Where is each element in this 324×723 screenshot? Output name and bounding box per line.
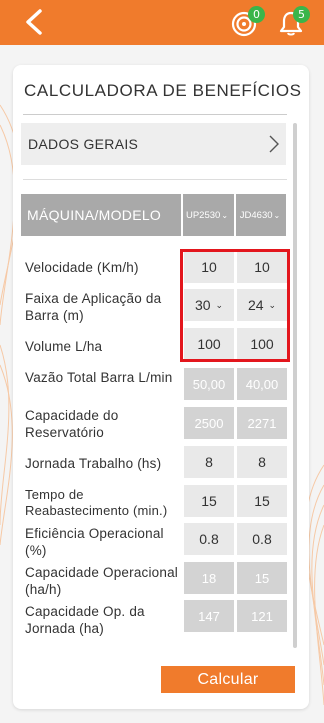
workday-capacity-value-2: 121	[237, 600, 287, 632]
highlight-box	[180, 249, 290, 362]
scrollbar[interactable]	[293, 123, 297, 648]
workday-capacity-value-1: 147	[184, 600, 234, 632]
general-data-row[interactable]: DADOS GERAIS	[21, 123, 286, 165]
op-capacity-value-1: 18	[184, 562, 234, 594]
machine-header-row: MÁQUINA/MODELO UP2530 ⌄ JD4630 ⌄	[21, 194, 286, 236]
volume-label: Volume L/ha	[25, 339, 103, 354]
op-capacity-label: Capacidade Operacional (ha/h)	[25, 565, 178, 597]
efficiency-input-2[interactable]: 0.8	[237, 523, 287, 555]
tank-capacity-value-1: 2500	[184, 407, 234, 439]
calculate-button[interactable]: Calcular	[161, 666, 295, 693]
refill-time-input-1[interactable]: 15	[184, 485, 234, 517]
op-capacity-value-2: 15	[237, 562, 287, 594]
calculator-card: CALCULADORA DE BENEFÍCIOS DADOS GERAIS M…	[13, 65, 309, 709]
chevron-down-icon: ⌄	[221, 210, 229, 220]
speed-label: Velocidade (Km/h)	[25, 260, 139, 275]
tank-capacity-value-2: 2271	[237, 407, 287, 439]
model-select-2[interactable]: JD4630 ⌄	[234, 194, 284, 236]
page-title: CALCULADORA DE BENEFÍCIOS	[24, 81, 302, 100]
refill-time-input-2[interactable]: 15	[237, 485, 287, 517]
model-2-label: JD4630	[239, 209, 273, 221]
workday-label: Jornada Trabalho (hs)	[25, 456, 162, 471]
chevron-down-icon: ⌄	[273, 210, 281, 220]
refill-time-label: Tempo de Reabastecimento (min.)	[25, 487, 168, 518]
flow-value-2: 40,00	[237, 368, 287, 400]
model-1-label: UP2530	[185, 209, 221, 221]
top-bar: 0 5	[0, 0, 324, 45]
boom-width-label: Faixa de Aplicação da Barra (m)	[25, 291, 162, 323]
flow-value-1: 50,00	[184, 368, 234, 400]
flow-label: Vazão Total Barra L/min	[25, 370, 173, 385]
chevron-right-icon	[269, 135, 279, 153]
general-data-label: DADOS GERAIS	[28, 136, 139, 152]
model-select-1[interactable]: UP2530 ⌄	[181, 194, 231, 236]
efficiency-input-1[interactable]: 0.8	[184, 523, 234, 555]
section-divider	[23, 179, 287, 180]
machine-header-label: MÁQUINA/MODELO	[27, 207, 162, 223]
target-badge: 0	[248, 6, 265, 23]
workday-capacity-label: Capacidade Op. da Jornada (ha)	[25, 604, 145, 636]
back-arrow-icon[interactable]	[22, 8, 48, 36]
notifications-badge: 5	[293, 6, 310, 23]
workday-input-2[interactable]: 8	[237, 446, 287, 478]
efficiency-label: Eficiência Operacional (%)	[25, 526, 164, 558]
tank-capacity-label: Capacidade do Reservatório	[25, 408, 119, 440]
title-divider	[23, 114, 287, 115]
workday-input-1[interactable]: 8	[184, 446, 234, 478]
